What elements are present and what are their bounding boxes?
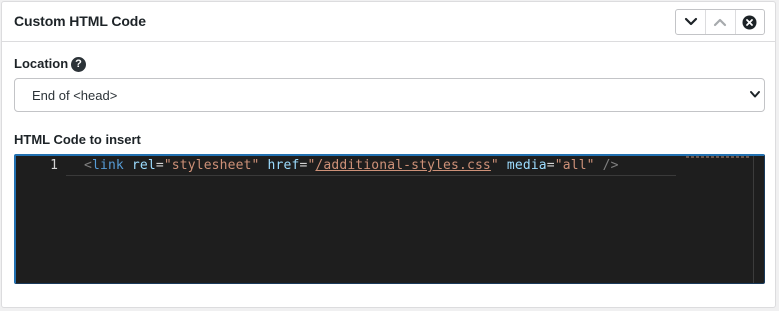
panel-title: Custom HTML Code xyxy=(14,13,146,29)
remove-button[interactable] xyxy=(734,10,764,34)
panel-controls xyxy=(675,9,765,35)
panel-header: Custom HTML Code xyxy=(2,2,775,42)
token-link[interactable]: /additional-styles.css xyxy=(315,158,491,173)
chevron-down-icon xyxy=(684,17,697,26)
token-attr: rel xyxy=(131,158,156,173)
token: < xyxy=(84,158,92,173)
token-attr: href xyxy=(267,158,300,173)
editor-minimap xyxy=(686,156,750,158)
code-editor[interactable]: 1 <link rel="stylesheet" href="/addition… xyxy=(14,154,765,284)
code-label: HTML Code to insert xyxy=(14,132,141,147)
token: = xyxy=(546,158,555,173)
custom-html-panel: Custom HTML Code Location ? End of <head… xyxy=(1,1,776,308)
editor-gutter: 1 xyxy=(16,156,64,283)
location-select-value: End of <head> xyxy=(32,88,118,103)
token-string: "all" xyxy=(554,158,595,173)
code-line[interactable]: <link rel="stylesheet" href="/additional… xyxy=(84,158,619,173)
token-string: " xyxy=(490,158,499,173)
chevron-up-icon xyxy=(714,18,727,27)
close-circle-icon xyxy=(742,15,757,29)
token-attr: media xyxy=(506,158,547,173)
token-tag: link xyxy=(91,158,124,173)
help-icon[interactable]: ? xyxy=(71,57,86,72)
chevron-down-icon xyxy=(750,91,760,98)
editor-scrollbar[interactable] xyxy=(753,156,754,283)
move-up-button[interactable] xyxy=(705,10,734,34)
location-label: Location xyxy=(14,56,69,71)
token: = xyxy=(155,158,164,173)
move-down-button[interactable] xyxy=(676,10,705,34)
token: /> xyxy=(602,158,619,173)
token-string: "stylesheet" xyxy=(163,158,260,173)
location-select[interactable]: End of <head> xyxy=(14,78,765,112)
line-number: 1 xyxy=(50,158,58,173)
